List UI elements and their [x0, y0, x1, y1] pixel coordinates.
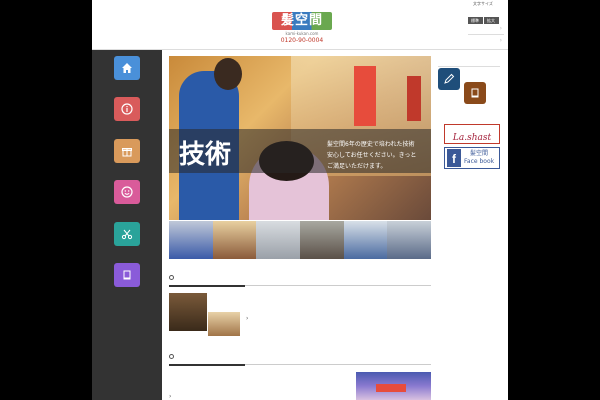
news-photo — [169, 293, 207, 331]
store-sign — [376, 384, 406, 392]
facebook-banner-text: 髪空間 Face book — [464, 150, 494, 166]
facebook-icon: f — [447, 149, 461, 167]
pencil-icon — [444, 73, 455, 84]
hero-text-line: 髪空間6年の歴史で培われた技術 — [327, 141, 415, 148]
nav-scissors-button[interactable] — [114, 222, 140, 246]
pencil-button[interactable] — [438, 68, 460, 90]
logo-text: 髪空間 — [272, 12, 332, 30]
smile-icon — [121, 186, 133, 198]
hero-stylist-head — [214, 58, 242, 90]
scissors-icon — [121, 229, 133, 240]
font-size-switcher: 文字サイズ 標準 拡大 — [466, 1, 500, 26]
section-divider — [169, 285, 431, 287]
thumbnail[interactable] — [212, 221, 257, 259]
book-icon — [123, 270, 131, 280]
nav-book-button[interactable] — [114, 263, 140, 287]
nav-gift-button[interactable] — [114, 139, 140, 163]
home-icon — [122, 63, 132, 73]
nav-home-button[interactable] — [114, 56, 140, 80]
chevron-right-icon[interactable]: › — [169, 393, 171, 400]
hero-text-line: 安心してお任せください。きっと — [327, 152, 417, 159]
store-image[interactable] — [356, 372, 431, 400]
facebook-banner[interactable]: f 髪空間 Face book — [444, 147, 500, 169]
header: 髪空間 kami-kukan.com 0120-90-0004 文字サイズ 標準… — [92, 0, 508, 50]
thumbnail[interactable] — [300, 221, 344, 259]
chevron-right-icon[interactable]: › — [500, 37, 502, 44]
gift-icon — [122, 148, 132, 157]
hero-text: 髪空間6年の歴史で培われた技術 安心してお任せください。きっと ご満足いただけま… — [327, 139, 427, 172]
page: 髪空間 kami-kukan.com 0120-90-0004 文字サイズ 標準… — [92, 0, 508, 400]
nav-info-button[interactable] — [114, 97, 140, 121]
lashast-banner[interactable]: La.shast — [444, 124, 500, 144]
section-divider — [169, 364, 431, 366]
section-bullet-icon — [169, 275, 174, 280]
left-nav — [92, 50, 162, 400]
thumbnail[interactable] — [256, 221, 301, 259]
thumbnail[interactable] — [169, 221, 213, 259]
hero-text-line: ご満足いただけます。 — [327, 163, 387, 170]
font-size-large-button[interactable]: 拡大 — [483, 17, 499, 24]
banner-text: 髪空間 — [470, 150, 489, 157]
divider — [468, 34, 504, 35]
chevron-right-icon[interactable]: › — [246, 315, 248, 322]
chevron-right-icon[interactable]: › — [500, 25, 502, 32]
hero-banner[interactable]: 技術 髪空間6年の歴史で培われた技術 安心してお任せください。きっと ご満足いた… — [169, 56, 431, 220]
right-column: La.shast f 髪空間 Face book — [438, 56, 508, 400]
hero-title: 技術 — [179, 140, 232, 170]
thumbnail[interactable] — [387, 221, 432, 259]
divider — [438, 66, 500, 67]
notebook-button[interactable] — [464, 82, 486, 104]
banner-text: Face book — [464, 158, 495, 165]
notebook-icon — [471, 88, 479, 98]
hero-decor — [407, 76, 421, 121]
nav-smile-button[interactable] — [114, 180, 140, 204]
logo-phone: 0120-90-0004 — [280, 37, 324, 44]
news-photo — [207, 311, 241, 337]
banner-text: La.shast — [452, 133, 492, 143]
font-size-standard-button[interactable]: 標準 — [467, 17, 483, 24]
font-size-label: 文字サイズ — [473, 1, 493, 6]
thumbnail-strip — [169, 221, 432, 259]
thumbnail[interactable] — [343, 221, 388, 259]
news-image[interactable] — [169, 293, 241, 337]
hero-decor — [354, 66, 376, 126]
info-icon — [121, 103, 133, 115]
section-bullet-icon — [169, 354, 174, 359]
site-logo[interactable]: 髪空間 kami-kukan.com 0120-90-0004 — [272, 12, 332, 46]
